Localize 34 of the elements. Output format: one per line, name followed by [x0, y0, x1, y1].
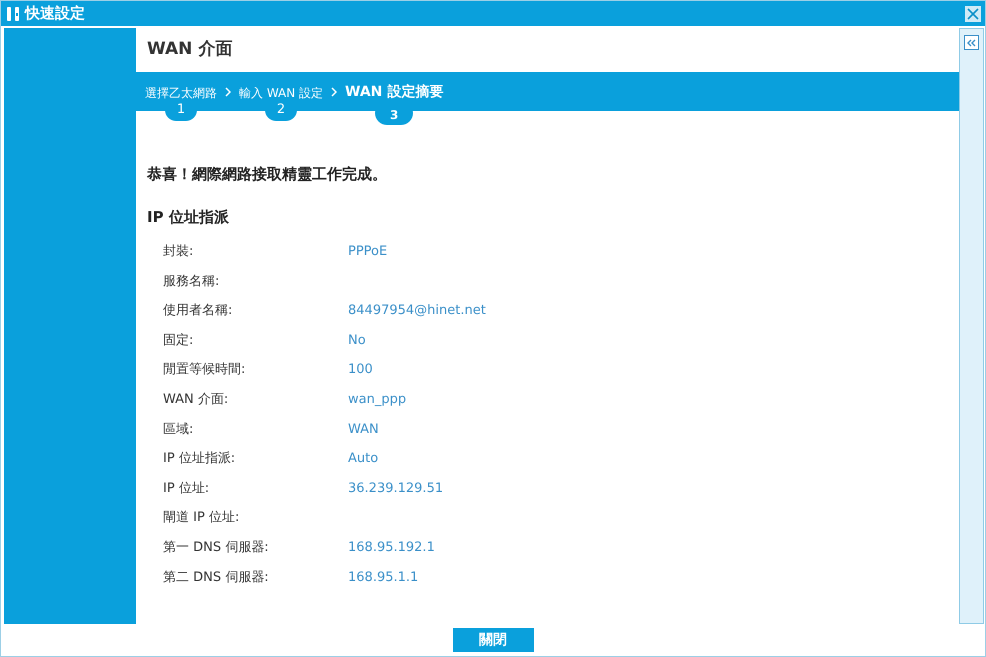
field-value: PPPoE	[348, 243, 388, 262]
field-label: 第二 DNS 伺服器:	[163, 568, 270, 587]
field-value: wan_ppp	[348, 391, 406, 410]
field-label: 第一 DNS 伺服器:	[163, 538, 270, 557]
success-message: 恭喜！網際網路接取精靈工作完成。	[147, 164, 388, 185]
close-icon[interactable]	[965, 6, 981, 22]
field-label: IP 位址:	[163, 480, 210, 498]
window-title: 快速設定	[25, 3, 85, 24]
page-title: WAN 介面	[146, 38, 234, 62]
close-button[interactable]: 關閉	[452, 628, 534, 652]
field-label: 封裝:	[163, 243, 194, 262]
field-label: 使用者名稱:	[163, 302, 234, 320]
field-label: WAN 介面:	[163, 391, 230, 410]
chevron-icon	[225, 87, 231, 97]
field-label: 固定:	[163, 332, 194, 350]
step-label[interactable]: WAN 設定摘要	[345, 82, 444, 103]
field-label: 閒置等候時間:	[163, 361, 246, 380]
field-value: 168.95.192.1	[348, 538, 435, 557]
step-label[interactable]: 輸入 WAN 設定	[239, 84, 324, 102]
collapse-icon[interactable]	[964, 35, 979, 50]
field-value: 84497954@hinet.net	[348, 302, 486, 320]
field-value: 168.95.1.1	[348, 568, 418, 587]
field-value: 36.239.129.51	[348, 480, 444, 498]
field-label: 服務名稱:	[163, 272, 220, 291]
field-value: 100	[348, 361, 373, 380]
field-label: 閘道 IP 位址:	[163, 509, 240, 528]
field-label: IP 位址指派:	[163, 450, 236, 468]
field-label: 區域:	[163, 420, 194, 439]
chevron-icon	[331, 87, 338, 97]
section-title: IP 位址指派	[147, 206, 230, 228]
field-value: No	[348, 332, 366, 350]
step-label[interactable]: 選擇乙太網路	[145, 84, 217, 102]
field-value: WAN	[348, 420, 379, 439]
field-value: Auto	[348, 450, 378, 468]
